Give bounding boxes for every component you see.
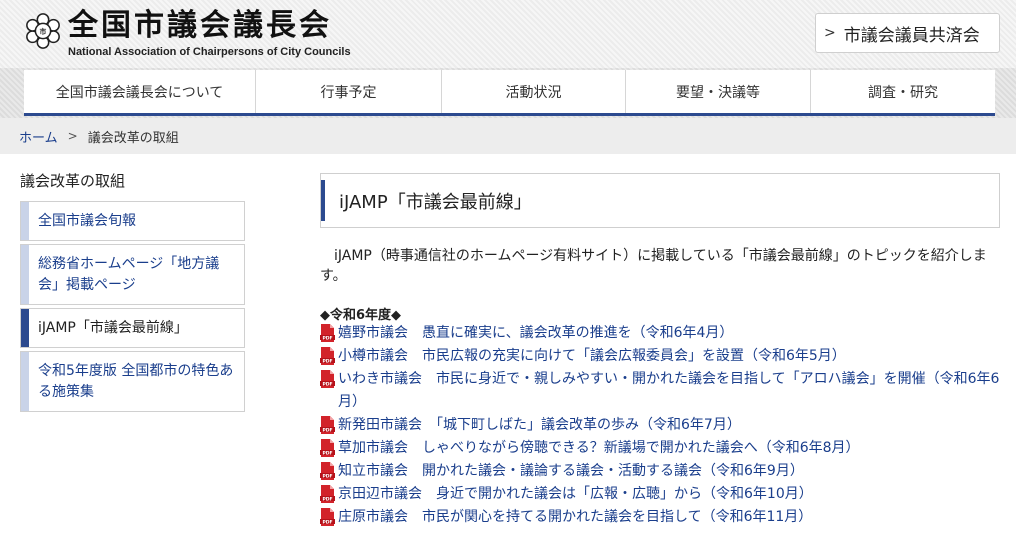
topic-link[interactable]: PDF 小樽市議会 市民広報の充実に向けて「議会広報委員会」を設置（令和6年5月… [320,345,1010,368]
topic-link-text: 小樽市議会 市民広報の充実に向けて「議会広報委員会」を設置（令和6年5月） [338,348,846,364]
sidebar-item-marker [21,245,29,304]
svg-text:PDF: PDF [322,381,332,387]
topic-link-text: 京田辺市議会 身近で開かれた議会は「広報・広聴」から（令和6年10月） [338,486,813,502]
topic-list: PDF 嬉野市議会 愚直に確実に、議会改革の推進を（令和6年4月） PDF 小樽… [320,322,1010,529]
pdf-icon: PDF [320,439,335,457]
svg-text:PDF: PDF [322,450,332,456]
pdf-icon: PDF [320,324,335,342]
nav-item-research[interactable]: 調査・研究 [811,70,995,113]
topic-link-text: 新発田市議会 「城下町しばた」議会改革の歩み（令和6年7月） [338,417,741,433]
topic-link-text: 草加市議会 しゃべりながら傍聴できる？新議場で開かれた議会へ（令和6年8月） [338,440,860,456]
svg-text:PDF: PDF [322,496,332,502]
svg-text:PDF: PDF [322,335,332,341]
sidebar-item-label: 令和5年度版 全国都市の特色ある施策集 [38,362,234,400]
sidebar-item-marker [21,309,29,347]
svg-text:市: 市 [40,27,47,36]
topic-link-text: いわき市議会 市民に身近で・親しみやすい・開かれた議会を目指して「アロハ議会」を… [338,371,1000,410]
svg-text:PDF: PDF [322,519,332,525]
intro-text: iJAMP（時事通信社のホームページ有料サイト）に掲載している「市議会最前線」の… [320,248,987,284]
topic-link[interactable]: PDF 庄原市議会 市民が関心を持てる開かれた議会を目指して（令和6年11月） [320,506,1010,529]
pdf-icon: PDF [320,508,335,526]
svg-text:PDF: PDF [322,427,332,433]
nav-item-requests[interactable]: 要望・決議等 [626,70,811,113]
year-heading: ◆令和6年度◆ [320,308,402,323]
nav-bar: 全国市議会議長会について 行事予定 活動状況 要望・決議等 調査・研究 [24,70,995,116]
mutual-aid-button[interactable]: > 市議会議員共済会 [815,13,1000,53]
sidebar-item-marker [21,202,29,240]
site-subtitle: National Association of Chairpersons of … [68,46,351,58]
sidebar-title: 議会改革の取組 [20,172,126,190]
nav-item-schedule[interactable]: 行事予定 [256,70,442,113]
breadcrumb-home-link[interactable]: ホーム [19,127,58,146]
sidebar-item-shisakushu[interactable]: 令和5年度版 全国都市の特色ある施策集 [20,351,245,412]
nav-item-about[interactable]: 全国市議会議長会について [24,70,256,113]
breadcrumb-current: 議会改革の取組 [87,130,179,146]
emblem-icon[interactable]: 市 [24,12,62,50]
page-heading-box: iJAMP「市議会最前線」 [320,173,1000,228]
pdf-icon: PDF [320,347,335,365]
pdf-icon: PDF [320,416,335,434]
global-nav: 全国市議会議長会について 行事予定 活動状況 要望・決議等 調査・研究 [0,68,1016,118]
page-title: iJAMP「市議会最前線」 [339,191,532,213]
sidebar-item-label: 総務省ホームページ「地方議会」掲載ページ [38,255,220,293]
topic-link[interactable]: PDF いわき市議会 市民に身近で・親しみやすい・開かれた議会を目指して「アロハ… [320,368,1010,414]
topic-link-text: 庄原市議会 市民が関心を持てる開かれた議会を目指して（令和6年11月） [338,509,813,525]
chevron-right-icon: > [824,25,836,41]
heading-accent-bar [321,180,325,221]
pdf-icon: PDF [320,370,335,388]
site-title[interactable]: 全国市議会議長会 [68,8,332,44]
site-header: 市 全国市議会議長会 National Association of Chair… [0,0,1016,68]
topic-link[interactable]: PDF 知立市議会 開かれた議会・議論する議会・活動する議会（令和6年9月） [320,460,1010,483]
topic-link[interactable]: PDF 京田辺市議会 身近で開かれた議会は「広報・広聴」から（令和6年10月） [320,483,1010,506]
breadcrumb: ホーム > 議会改革の取組 [0,118,1016,154]
topic-link-text: 知立市議会 開かれた議会・議論する議会・活動する議会（令和6年9月） [338,463,804,479]
chevron-right-icon: > [67,129,78,143]
topic-link[interactable]: PDF 草加市議会 しゃべりながら傍聴できる？新議場で開かれた議会へ（令和6年8… [320,437,1010,460]
pdf-icon: PDF [320,485,335,503]
svg-text:PDF: PDF [322,473,332,479]
topic-link-text: 嬉野市議会 愚直に確実に、議会改革の推進を（令和6年4月） [338,325,734,341]
svg-text:PDF: PDF [322,358,332,364]
mutual-aid-label: 市議会議員共済会 [843,25,980,46]
sidebar-item-soumusho[interactable]: 総務省ホームページ「地方議会」掲載ページ [20,244,245,305]
sidebar-item-junpo[interactable]: 全国市議会旬報 [20,201,245,241]
pdf-icon: PDF [320,462,335,480]
sidebar-item-label: iJAMP「市議会最前線」 [38,319,188,336]
topic-link[interactable]: PDF 新発田市議会 「城下町しばた」議会改革の歩み（令和6年7月） [320,414,1010,437]
sidebar-item-marker [21,352,29,411]
nav-item-activities[interactable]: 活動状況 [442,70,626,113]
sidebar-item-label: 全国市議会旬報 [38,212,136,229]
topic-link[interactable]: PDF 嬉野市議会 愚直に確実に、議会改革の推進を（令和6年4月） [320,322,1010,345]
sidebar-item-ijamp[interactable]: iJAMP「市議会最前線」 [20,308,245,348]
